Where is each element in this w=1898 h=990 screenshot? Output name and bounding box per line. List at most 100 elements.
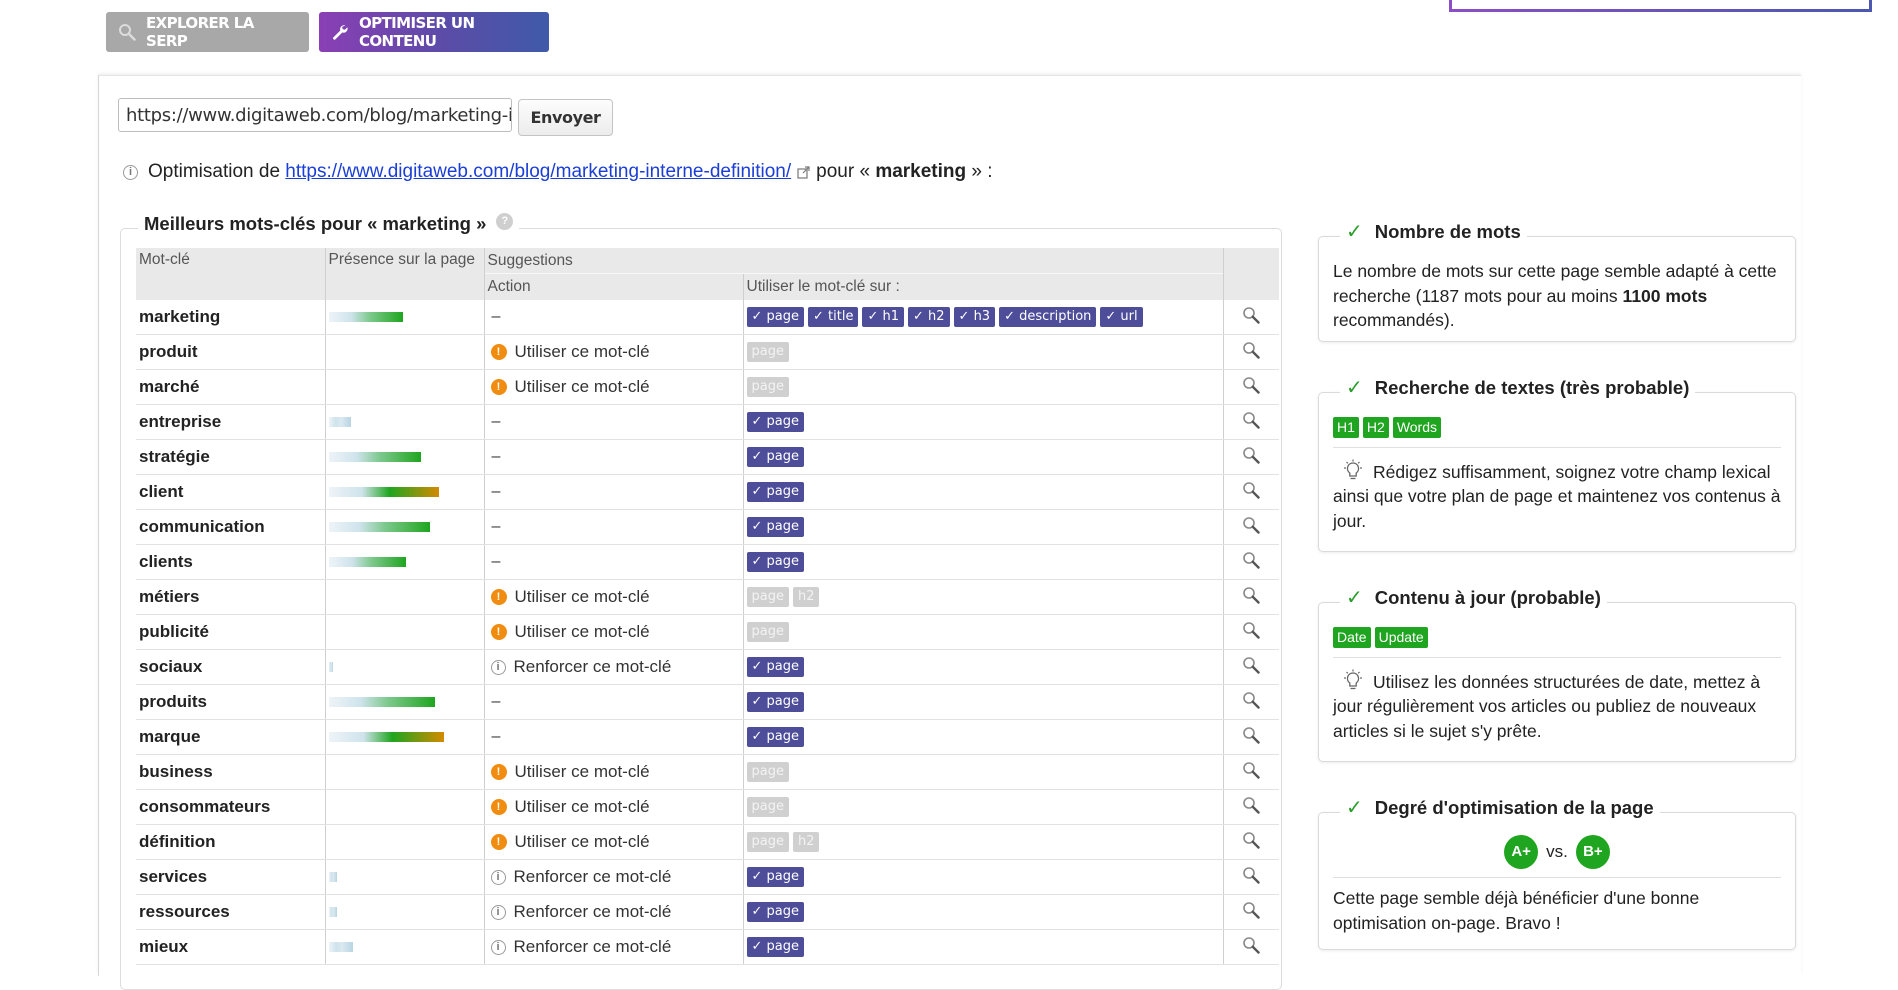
warning-icon: ! (490, 764, 507, 780)
serp-search-cell[interactable] (1222, 719, 1279, 755)
presence-bar (328, 522, 430, 532)
presence-cell (324, 579, 484, 615)
action-text: – (491, 553, 501, 570)
serp-search-cell[interactable] (1222, 894, 1279, 930)
help-icon[interactable]: ? (496, 212, 514, 230)
fresh-content-tip-text: Utilisez les données structurées de date… (1333, 671, 1761, 741)
serp-search-cell[interactable] (1222, 369, 1279, 405)
keyword-cell: business (136, 754, 325, 790)
magnifier-icon[interactable] (1242, 516, 1260, 534)
magnifier-icon[interactable] (1242, 726, 1260, 744)
action-cell: ! Utiliser ce mot-clé (483, 369, 743, 405)
col-header-keyword[interactable]: Mot-clé (136, 248, 325, 300)
use-on-cell: page (742, 789, 1223, 825)
table-row: entreprise – ✓ page (136, 404, 1279, 440)
action-cell: i Renforcer ce mot-clé (483, 649, 743, 685)
serp-search-cell[interactable] (1222, 404, 1279, 440)
explore-serp-button[interactable]: EXPLORER LA SERP (106, 12, 309, 52)
url-input[interactable]: https://www.digitaweb.com/blog/marketing… (118, 98, 512, 132)
magnifier-icon[interactable] (1242, 796, 1260, 814)
optimize-content-label: OPTIMISER UN CONTENU (359, 14, 475, 50)
col-header-action: Action (483, 273, 743, 300)
lightbulb-icon (1344, 459, 1362, 479)
action-text: Renforcer ce mot-clé (513, 937, 672, 956)
serp-search-cell[interactable] (1222, 929, 1279, 965)
col-header-presence[interactable]: Présence sur la page (324, 248, 484, 300)
action-text: – (491, 693, 501, 710)
magnifier-icon[interactable] (1242, 306, 1260, 324)
serp-search-cell[interactable] (1222, 300, 1279, 335)
magnifier-icon[interactable] (1242, 901, 1260, 919)
table-row: services i Renforcer ce mot-clé ✓ page (136, 859, 1279, 895)
magnifier-icon[interactable] (1242, 831, 1260, 849)
action-text: – (491, 448, 501, 465)
presence-cell (324, 789, 484, 825)
warning-icon: ! (490, 379, 507, 395)
serp-search-cell[interactable] (1222, 509, 1279, 545)
table-row: produits – ✓ page (136, 684, 1279, 720)
placement-tag: ✓ page (746, 657, 804, 677)
serp-search-cell[interactable] (1222, 544, 1279, 580)
serp-search-cell[interactable] (1222, 614, 1279, 650)
serp-search-cell[interactable] (1222, 649, 1279, 685)
action-text: Utiliser ce mot-clé (514, 832, 650, 851)
use-on-tags: ✓ page (746, 552, 1220, 572)
magnifier-icon[interactable] (1242, 341, 1260, 359)
serp-search-cell[interactable] (1222, 859, 1279, 895)
magnifier-icon[interactable] (1242, 551, 1260, 569)
magnifier-icon[interactable] (1242, 481, 1260, 499)
placement-tag: h2 (792, 587, 820, 607)
placement-tag: page (746, 832, 789, 852)
serp-search-cell[interactable] (1222, 579, 1279, 615)
send-button[interactable]: Envoyer (518, 99, 613, 136)
target-keyword: marketing (875, 161, 967, 182)
placement-tag: ✓ page (746, 552, 804, 572)
action-cell: i Renforcer ce mot-clé (483, 929, 743, 965)
magnifier-icon[interactable] (1242, 656, 1260, 674)
use-on-cell: ✓ page (742, 929, 1223, 965)
serp-search-cell[interactable] (1222, 789, 1279, 825)
presence-bar (328, 417, 351, 427)
action-text: – (491, 308, 501, 325)
magnifier-icon[interactable] (1242, 621, 1260, 639)
magnifier-icon[interactable] (1242, 691, 1260, 709)
action-cell: – (483, 404, 743, 440)
card-title-text: Nombre de mots (1374, 220, 1521, 242)
word-count-text: Le nombre de mots sur cette page semble … (1333, 259, 1781, 333)
magnifier-icon[interactable] (1242, 761, 1260, 779)
top-toolbar: EXPLORER LA SERP OPTIMISER UN CONTENU (106, 12, 549, 52)
serp-search-cell[interactable] (1222, 474, 1279, 510)
grade-page-badge: A+ (1504, 835, 1539, 869)
external-link-icon[interactable] (797, 165, 810, 179)
tag-h1: H1 (1333, 417, 1359, 438)
action-cell: – (483, 300, 743, 335)
table-row: sociaux i Renforcer ce mot-clé ✓ page (136, 649, 1279, 685)
use-on-tags: ✓ page (746, 447, 1220, 467)
use-on-tags: page h2 (746, 832, 1220, 852)
use-on-cell: ✓ page (742, 509, 1223, 545)
magnifier-icon[interactable] (1242, 866, 1260, 884)
magnifier-icon[interactable] (1242, 936, 1260, 954)
serp-search-cell[interactable] (1222, 334, 1279, 370)
action-cell: – (483, 684, 743, 720)
fresh-content-tip: Utilisez les données structurées de date… (1333, 666, 1781, 744)
placement-tag: ✓ page (746, 447, 804, 467)
optimization-degree-text: Cette page semble déjà bénéficier d'une … (1333, 888, 1700, 933)
use-on-tags: ✓ page ✓ title ✓ h1 ✓ h2 ✓ h3 ✓ description ✓ … (746, 307, 1220, 327)
magnifier-icon[interactable] (1242, 446, 1260, 464)
magnifier-icon[interactable] (1242, 586, 1260, 604)
optimize-content-button[interactable]: OPTIMISER UN CONTENU (319, 12, 549, 52)
presence-cell (324, 684, 484, 720)
use-on-cell: ✓ page (742, 439, 1223, 475)
magnifier-icon[interactable] (1242, 411, 1260, 429)
magnifier-icon[interactable] (1242, 376, 1260, 394)
optimized-url-link[interactable]: https://www.digitaweb.com/blog/marketing… (285, 161, 791, 183)
action-text: Utiliser ce mot-clé (514, 762, 650, 781)
col-header-suggestions: Suggestions (483, 248, 1223, 274)
serp-search-cell[interactable] (1222, 754, 1279, 790)
serp-search-cell[interactable] (1222, 684, 1279, 720)
serp-search-cell[interactable] (1222, 824, 1279, 860)
use-on-tags: ✓ page (746, 937, 1220, 957)
use-on-tags: page (746, 377, 1220, 397)
serp-search-cell[interactable] (1222, 439, 1279, 475)
